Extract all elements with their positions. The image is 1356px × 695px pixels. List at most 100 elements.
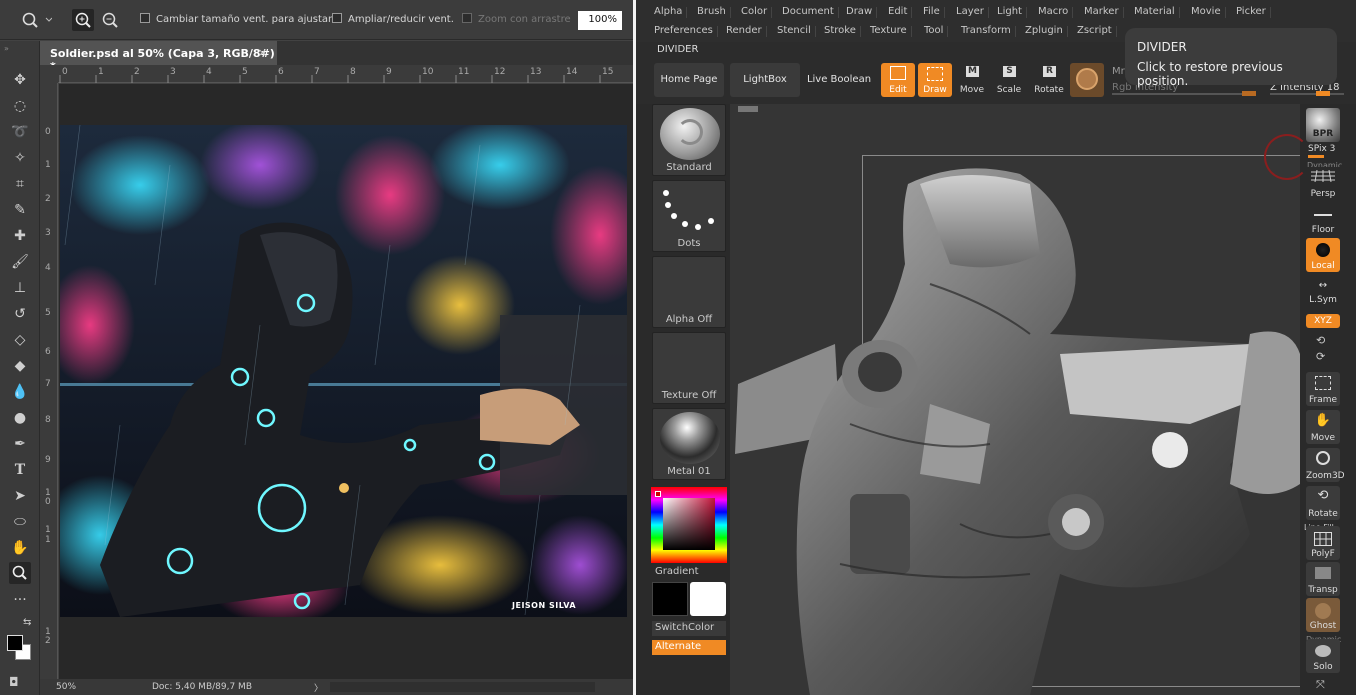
rotate-button[interactable]: R Rotate	[1032, 63, 1066, 97]
brush-slot[interactable]: Standard	[652, 104, 726, 176]
menu-alpha[interactable]: Alpha	[654, 6, 688, 18]
zoom-value-field[interactable]: 100%	[578, 11, 622, 30]
document-tab[interactable]: Soldier.psd al 50% (Capa 3, RGB/8#) * ×	[40, 41, 277, 73]
scrubby-zoom-checkbox[interactable]: Zoom con arrastre	[462, 13, 571, 25]
ruler-corner[interactable]	[40, 65, 58, 83]
menu-zscript[interactable]: Zscript	[1077, 25, 1117, 37]
menu-draw[interactable]: Draw	[846, 6, 878, 18]
rotation-gizmo[interactable]	[1264, 134, 1310, 180]
lasso-tool-icon[interactable]: ➰	[9, 121, 31, 143]
dodge-tool-icon[interactable]: ●	[9, 407, 31, 429]
brush-tool-icon[interactable]: 🖌	[9, 251, 31, 273]
spix-label[interactable]: SPix 3	[1308, 144, 1335, 154]
divider-label[interactable]: DIVIDER	[657, 44, 698, 55]
eraser-tool-icon[interactable]: ◇	[9, 329, 31, 351]
marquee-tool-icon[interactable]: ◌	[9, 95, 31, 117]
menu-brush[interactable]: Brush	[697, 6, 731, 18]
gradient-label[interactable]: Gradient	[655, 566, 699, 577]
zoom3d-button[interactable]: Zoom3D	[1306, 448, 1345, 482]
texture-slot[interactable]: Texture Off	[652, 332, 726, 404]
solo-button[interactable]: Solo	[1306, 639, 1340, 673]
alpha-slot[interactable]: Alpha Off	[652, 256, 726, 328]
horizontal-ruler[interactable]: 0 1 2 3 4 5 6 7 8 9 10 11 12 13 14 15	[58, 65, 633, 83]
z-intensity-slider[interactable]	[1270, 93, 1344, 95]
status-menu-arrow[interactable]: 〉	[314, 681, 323, 694]
pen-tool-icon[interactable]: ✒	[9, 433, 31, 455]
collapse-arrows-icon[interactable]: »	[4, 44, 16, 53]
color-picker[interactable]	[651, 487, 727, 563]
floor-button[interactable]: Floor	[1306, 202, 1340, 236]
menu-transform[interactable]: Transform	[961, 25, 1016, 37]
zoom-out-icon[interactable]	[99, 9, 121, 31]
rgb-intensity-thumb[interactable]	[1242, 91, 1256, 96]
magic-wand-tool-icon[interactable]: ✧	[9, 147, 31, 169]
menu-movie[interactable]: Movie	[1191, 6, 1226, 18]
menu-layer[interactable]: Layer	[956, 6, 989, 18]
live-boolean-button[interactable]: Live Boolean	[804, 63, 874, 97]
draw-button[interactable]: Draw	[918, 63, 952, 97]
z-intensity-thumb[interactable]	[1316, 91, 1330, 96]
ellipse-tool-icon[interactable]: ⬭	[9, 511, 31, 533]
transp-button[interactable]: Transp	[1306, 562, 1340, 596]
rotate-y-icon[interactable]: ⟲	[1316, 334, 1325, 347]
move-view-button[interactable]: ✋ Move	[1306, 410, 1340, 444]
xyz-button[interactable]: XYZ	[1306, 314, 1340, 328]
spix-slider[interactable]	[1308, 155, 1324, 158]
foreground-color-swatch-top[interactable]	[7, 635, 23, 651]
type-tool-icon[interactable]: T	[9, 459, 31, 481]
rotate-z-icon[interactable]: ⟳	[1316, 350, 1325, 363]
zoom-tool-preset-icon[interactable]	[20, 10, 53, 30]
resize-windows-checkbox[interactable]: Cambiar tamaño vent. para ajustar	[140, 13, 332, 25]
swap-colors-icon[interactable]: ⇆	[23, 617, 31, 628]
soldier-artwork[interactable]: JEISON SILVA	[60, 125, 627, 617]
menu-macro[interactable]: Macro	[1038, 6, 1074, 18]
quick-mask-icon[interactable]: ◘	[9, 675, 19, 689]
zoom-tool-icon[interactable]	[9, 562, 31, 584]
hand-tool-icon[interactable]: ✋	[9, 537, 31, 559]
close-tab-icon[interactable]: ×	[258, 46, 267, 59]
lightbox-button[interactable]: LightBox	[730, 63, 800, 97]
zoom-in-icon[interactable]	[72, 9, 94, 31]
healing-brush-icon[interactable]: ✚	[9, 225, 31, 247]
menu-color[interactable]: Color	[741, 6, 773, 18]
menu-stencil[interactable]: Stencil	[777, 25, 816, 37]
edit-button[interactable]: Edit	[881, 63, 915, 97]
menu-edit[interactable]: Edit	[888, 6, 913, 18]
soldier-sculpt[interactable]	[730, 104, 1300, 695]
eyedropper-tool-icon[interactable]: ✎	[9, 199, 31, 221]
zbrush-viewport[interactable]	[730, 104, 1356, 695]
menu-document[interactable]: Document	[782, 6, 839, 18]
menu-stroke[interactable]: Stroke	[824, 25, 861, 37]
alternate-button[interactable]: Alternate	[652, 640, 726, 655]
frame-button[interactable]: Frame	[1306, 372, 1340, 406]
move-button[interactable]: M Move	[955, 63, 989, 97]
primary-color-swatch[interactable]	[652, 582, 688, 616]
switch-color-button[interactable]: SwitchColor	[652, 621, 726, 636]
menu-picker[interactable]: Picker	[1236, 6, 1271, 18]
rotate-view-button[interactable]: ⟲ Rotate	[1306, 486, 1340, 520]
menu-file[interactable]: File	[923, 6, 945, 18]
menu-tool[interactable]: Tool	[924, 25, 950, 37]
ghost-button[interactable]: Ghost	[1306, 598, 1340, 632]
menu-zplugin[interactable]: Zplugin	[1025, 25, 1068, 37]
move-tool-icon[interactable]: ✥	[9, 69, 31, 91]
scale-button[interactable]: S Scale	[992, 63, 1026, 97]
horizontal-scrollbar[interactable]	[330, 682, 595, 692]
menu-marker[interactable]: Marker	[1084, 6, 1124, 18]
stamp-tool-icon[interactable]: ⊥	[9, 277, 31, 299]
material-preview-button[interactable]	[1070, 63, 1104, 97]
rgb-intensity-slider[interactable]	[1112, 93, 1246, 95]
status-zoom[interactable]: 50%	[56, 682, 76, 692]
menu-render[interactable]: Render	[726, 25, 767, 37]
menu-light[interactable]: Light	[997, 6, 1027, 18]
persp-button[interactable]: Persp	[1306, 166, 1340, 200]
path-selection-icon[interactable]: ➤	[9, 485, 31, 507]
secondary-color-swatch[interactable]	[690, 582, 726, 616]
blur-tool-icon[interactable]: 💧	[9, 381, 31, 403]
more-tools-icon[interactable]: ···	[9, 589, 31, 611]
polyf-button[interactable]: PolyF	[1306, 526, 1340, 560]
menu-preferences[interactable]: Preferences	[654, 25, 718, 37]
lsym-button[interactable]: ↔ L.Sym	[1306, 278, 1340, 306]
crop-tool-icon[interactable]: ⌗	[9, 173, 31, 195]
material-slot[interactable]: Metal 01	[652, 408, 726, 480]
